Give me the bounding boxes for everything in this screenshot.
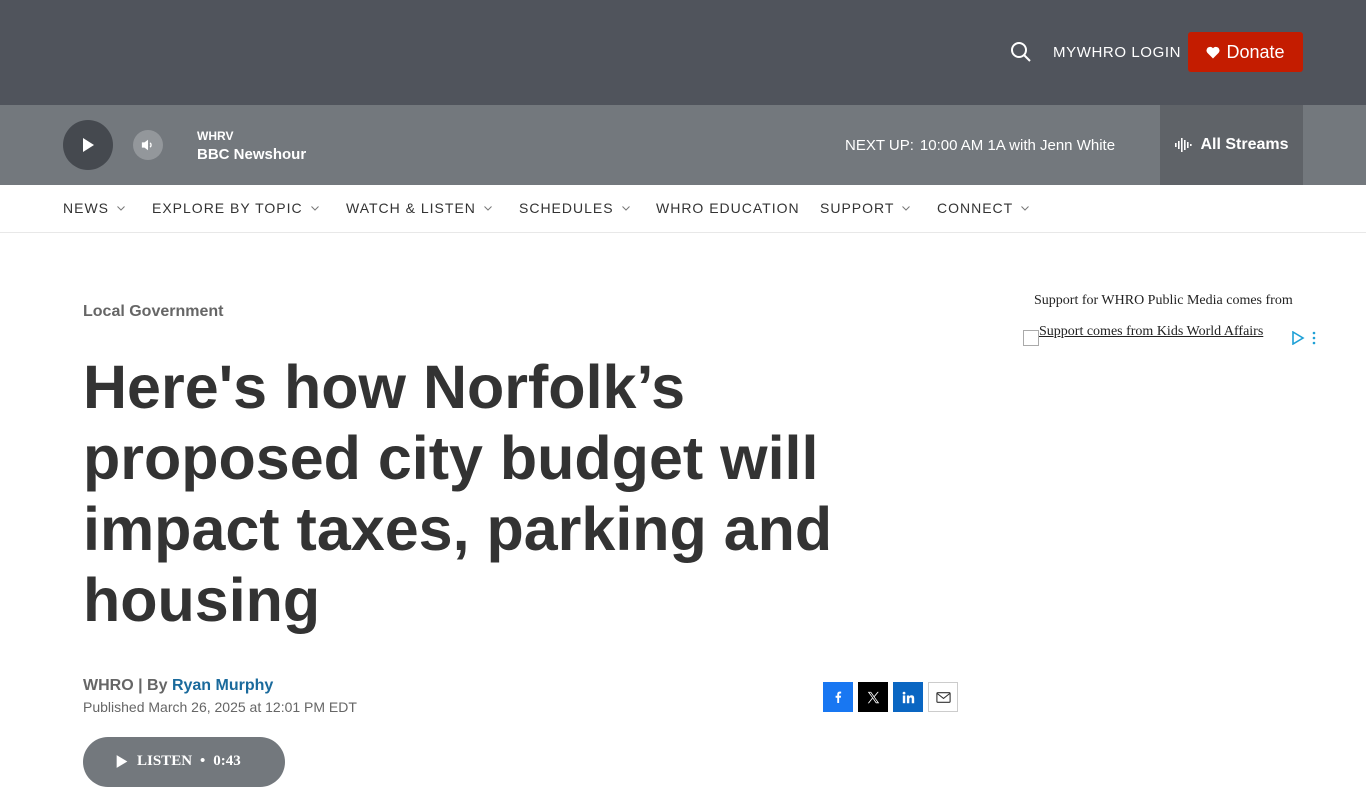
chevron-down-icon xyxy=(902,205,911,211)
login-link[interactable]: MYWHRO LOGIN xyxy=(1053,44,1181,61)
share-email-button[interactable] xyxy=(928,682,958,712)
play-icon xyxy=(116,755,128,768)
donate-button[interactable]: Donate xyxy=(1188,32,1303,72)
next-up-label: NEXT UP: xyxy=(845,137,914,154)
byline-source: WHRO xyxy=(83,677,134,694)
article-headline: Here's how Norfolk’s proposed city budge… xyxy=(83,353,833,634)
next-up-time: 10:00 AM xyxy=(919,137,984,154)
donate-label: Donate xyxy=(1226,41,1285,62)
broken-image-icon xyxy=(1023,330,1039,346)
nav-item-label: SUPPORT xyxy=(820,200,895,216)
main-nav: NEWS EXPLORE BY TOPIC WATCH & LISTEN SCH… xyxy=(0,185,1366,233)
all-streams-label: All Streams xyxy=(1200,136,1289,153)
listen-duration: 0:43 xyxy=(213,753,241,769)
nav-item-news[interactable]: NEWS xyxy=(63,200,125,216)
chevron-down-icon xyxy=(1021,205,1030,211)
chevron-down-icon xyxy=(117,205,125,211)
play-button[interactable] xyxy=(63,120,113,170)
byline-by: By xyxy=(147,677,168,694)
play-icon xyxy=(83,138,94,152)
search-icon xyxy=(1011,42,1031,62)
audio-wave-icon xyxy=(1175,138,1193,152)
sponsor-ad[interactable]: Support comes from Kids World Affairs xyxy=(1023,324,1318,346)
station-name: WHRV xyxy=(197,129,234,143)
share-facebook-button[interactable] xyxy=(823,682,853,712)
chevron-down-icon xyxy=(621,205,630,211)
live-player-bar: WHRV BBC Newshour NEXT UP: 10:00 AM 1A wi… xyxy=(0,105,1366,185)
more-options-icon[interactable] xyxy=(1311,331,1317,345)
nav-item-whro-education[interactable]: WHRO EDUCATION xyxy=(656,200,800,216)
published-date: Published March 26, 2025 at 12:01 PM EDT xyxy=(83,699,357,715)
chevron-down-icon xyxy=(310,205,319,211)
share-x-button[interactable] xyxy=(858,682,888,712)
volume-icon xyxy=(141,139,152,151)
nav-item-label: NEWS xyxy=(63,200,109,216)
nav-item-label: CONNECT xyxy=(937,200,1014,216)
search-button[interactable] xyxy=(1009,40,1033,64)
facebook-icon xyxy=(835,691,842,703)
nav-item-schedules[interactable]: SCHEDULES xyxy=(519,200,630,216)
article-category[interactable]: Local Government xyxy=(83,303,223,321)
site-header: MYWHRO LOGIN Donate xyxy=(0,0,1366,105)
listen-separator: • xyxy=(200,753,206,769)
adchoices-icon[interactable] xyxy=(1291,331,1305,345)
nav-item-explore-by-topic[interactable]: EXPLORE BY TOPIC xyxy=(152,200,319,216)
nav-item-label: WATCH & LISTEN xyxy=(346,200,476,216)
nav-item-support[interactable]: SUPPORT xyxy=(820,200,911,216)
linkedin-icon xyxy=(902,691,914,703)
all-streams-button[interactable]: All Streams xyxy=(1160,105,1303,185)
nav-item-watch-listen[interactable]: WATCH & LISTEN xyxy=(346,200,492,216)
chevron-down-icon xyxy=(484,205,492,211)
nav-item-label: EXPLORE BY TOPIC xyxy=(152,200,303,216)
nav-item-label: SCHEDULES xyxy=(519,200,614,216)
ad-alt-text[interactable]: Support comes from Kids World Affairs xyxy=(1039,324,1263,340)
heart-icon xyxy=(1206,46,1220,58)
listen-button[interactable]: LISTEN • 0:43 xyxy=(83,737,285,787)
nav-item-label: WHRO EDUCATION xyxy=(656,200,800,216)
sponsor-label: Support for WHRO Public Media comes from xyxy=(1034,293,1293,308)
listen-label: LISTEN xyxy=(137,753,193,769)
next-up-show: 1A with Jenn White xyxy=(987,137,1116,154)
volume-button[interactable] xyxy=(133,130,163,160)
byline: WHRO | By Ryan Murphy xyxy=(83,677,274,694)
share-linkedin-button[interactable] xyxy=(893,682,923,712)
email-icon xyxy=(935,691,951,703)
nav-item-connect[interactable]: CONNECT xyxy=(937,200,1030,216)
author-link[interactable]: Ryan Murphy xyxy=(172,677,273,694)
program-name: BBC Newshour xyxy=(197,146,307,163)
next-up: NEXT UP: 10:00 AM 1A with Jenn White xyxy=(845,137,1115,154)
x-icon xyxy=(867,691,879,703)
